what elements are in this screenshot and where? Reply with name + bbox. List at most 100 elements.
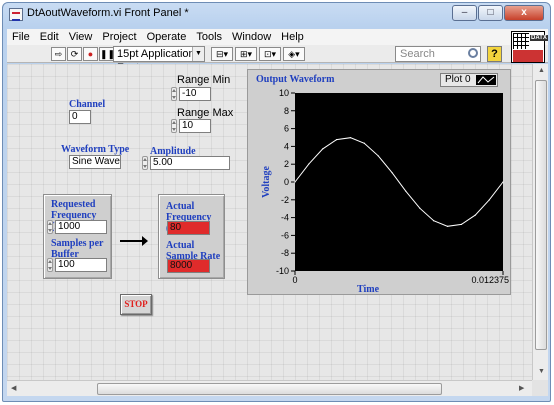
y-tick-label: 8 <box>284 106 289 116</box>
window-controls: – □ x <box>452 5 544 21</box>
plot-0-point <box>336 139 338 141</box>
search-icon[interactable] <box>468 48 478 58</box>
vertical-scroll-thumb[interactable] <box>535 80 547 350</box>
range-max-field[interactable]: 10 <box>179 119 211 133</box>
resize-grip-icon[interactable] <box>532 380 548 396</box>
plot-0-point <box>446 225 449 227</box>
toolbar: ⇨ ⟳ ● ❚❚ 15pt Application Font ▼ ⊟▾ ⊞▾ ⊡… <box>7 45 548 74</box>
plot-0-point <box>502 181 504 183</box>
menu-view[interactable]: View <box>64 31 98 43</box>
requested-frequency-spinner[interactable] <box>47 220 53 234</box>
plot-0-point <box>474 214 476 216</box>
y-tick-label: 4 <box>284 141 289 151</box>
y-tick-label: 6 <box>284 124 289 134</box>
plot-0-point <box>488 199 490 201</box>
plot-0-point <box>391 172 393 174</box>
y-tick-label: -10 <box>276 266 289 276</box>
run-arrow-icon[interactable]: ⇨ <box>51 47 66 61</box>
close-button[interactable]: x <box>504 5 544 21</box>
output-waveform-graph: Output Waveform Time Voltage 10 8 6 4 2 0 -2 -4… <box>247 69 511 295</box>
window-title: DtAoutWaveform.vi Front Panel * <box>27 7 189 19</box>
chevron-down-icon: ▼ <box>192 47 204 61</box>
resize-icon[interactable]: ⊡▾ <box>259 47 281 61</box>
x-axis-label: Time <box>357 284 380 295</box>
y-tick-label: -2 <box>281 195 289 205</box>
x-tick-label: 0.012375 <box>471 275 509 285</box>
help-icon[interactable]: ? <box>487 46 502 62</box>
plot-0-point <box>363 142 365 144</box>
range-max-spinner[interactable] <box>171 119 177 133</box>
amplitude-spinner[interactable] <box>142 156 148 170</box>
plot-0-point <box>419 207 421 209</box>
horizontal-scrollbar[interactable]: ◀ ▶ <box>7 380 532 396</box>
font-selector[interactable]: 15pt Application Font ▼ <box>113 46 205 74</box>
y-tick-label: 0 <box>284 177 289 187</box>
range-max-label: Range Max <box>177 107 234 119</box>
amplitude-field[interactable]: 5.00 <box>150 156 230 170</box>
menu-bar: File Edit View Project Operate Tools Win… <box>7 29 548 45</box>
plot-0-point <box>322 148 324 150</box>
plot-0-point <box>349 137 352 139</box>
y-tick-label: 10 <box>279 88 289 98</box>
scroll-left-icon[interactable]: ◀ <box>11 384 16 392</box>
vi-connector-icon[interactable]: DATX <box>511 31 548 63</box>
actual-sample-rate-indicator: 8000 <box>167 259 210 273</box>
range-min-label: Range Min <box>177 74 231 86</box>
menu-file[interactable]: File <box>7 31 35 43</box>
range-min-field[interactable]: -10 <box>179 87 211 101</box>
menu-project[interactable]: Project <box>97 31 141 43</box>
graph-title: Output Waveform <box>256 74 335 85</box>
samples-per-buffer-field[interactable]: 100 <box>55 258 107 272</box>
pause-icon[interactable]: ❚❚ <box>99 47 115 61</box>
menu-tools[interactable]: Tools <box>191 31 227 43</box>
scroll-down-icon[interactable]: ▼ <box>538 368 545 375</box>
range-min-spinner[interactable] <box>171 87 177 101</box>
plot-legend[interactable]: Plot 0 <box>440 73 498 87</box>
legend-swatch-icon <box>476 75 496 85</box>
distribute-icon[interactable]: ⊞▾ <box>235 47 257 61</box>
waveform-type-label: Waveform Type <box>61 144 130 155</box>
menu-edit[interactable]: Edit <box>35 31 64 43</box>
samples-per-buffer-label: Samples per Buffer <box>51 238 104 260</box>
x-tick-label: 0 <box>292 275 297 285</box>
plot-0-point <box>308 163 310 165</box>
align-icon[interactable]: ⊟▾ <box>211 47 233 61</box>
y-tick-label: 2 <box>284 159 289 169</box>
vi-icon-graphic <box>513 50 543 62</box>
abort-icon[interactable]: ● <box>83 47 98 61</box>
y-tick-label: -6 <box>281 230 289 240</box>
plot-0-point <box>405 190 407 192</box>
connector-pane-grid <box>513 33 529 49</box>
flow-arrow-icon <box>120 236 148 246</box>
menu-window[interactable]: Window <box>227 31 276 43</box>
run-continuously-icon[interactable]: ⟳ <box>67 47 82 61</box>
plot-0-point <box>294 181 296 183</box>
maximize-button[interactable]: □ <box>478 5 503 21</box>
scroll-up-icon[interactable]: ▲ <box>538 67 545 74</box>
lv-vi-icon <box>9 8 23 21</box>
waveform-type-selector[interactable]: Sine Wave <box>69 155 121 169</box>
stop-button[interactable]: STOP <box>120 294 152 315</box>
front-panel: Range Min -10 Range Max 10 Channel 0 Wav… <box>7 64 532 380</box>
menu-help[interactable]: Help <box>276 31 309 43</box>
menu-operate[interactable]: Operate <box>142 31 192 43</box>
minimize-button[interactable]: – <box>452 5 477 21</box>
legend-entry-plot-0: Plot 0 <box>445 74 471 85</box>
channel-label: Channel <box>69 99 106 110</box>
y-axis-label: Voltage <box>261 166 272 198</box>
channel-field[interactable]: 0 <box>69 110 91 124</box>
vi-icon-label: DATX <box>530 35 548 41</box>
y-tick-label: -8 <box>281 248 289 258</box>
horizontal-scroll-thumb[interactable] <box>97 383 442 395</box>
requested-frequency-field[interactable]: 1000 <box>55 220 107 234</box>
reorder-icon[interactable]: ◈▾ <box>283 47 305 61</box>
scroll-right-icon[interactable]: ▶ <box>519 384 524 392</box>
y-axis: 10 8 6 4 2 0 -2 -4 -6 -8 -10 <box>276 88 295 276</box>
samples-per-buffer-spinner[interactable] <box>47 258 53 272</box>
waveform-graph-canvas: Output Waveform Time Voltage 10 8 6 4 2 0 -2 -4… <box>256 74 509 295</box>
vertical-scrollbar[interactable]: ▲ ▼ <box>532 64 548 380</box>
y-tick-label: -4 <box>281 213 289 223</box>
plot-0-point <box>460 223 462 225</box>
plot-0-point <box>433 220 435 222</box>
title-bar: DtAoutWaveform.vi Front Panel * – □ x <box>3 3 550 27</box>
